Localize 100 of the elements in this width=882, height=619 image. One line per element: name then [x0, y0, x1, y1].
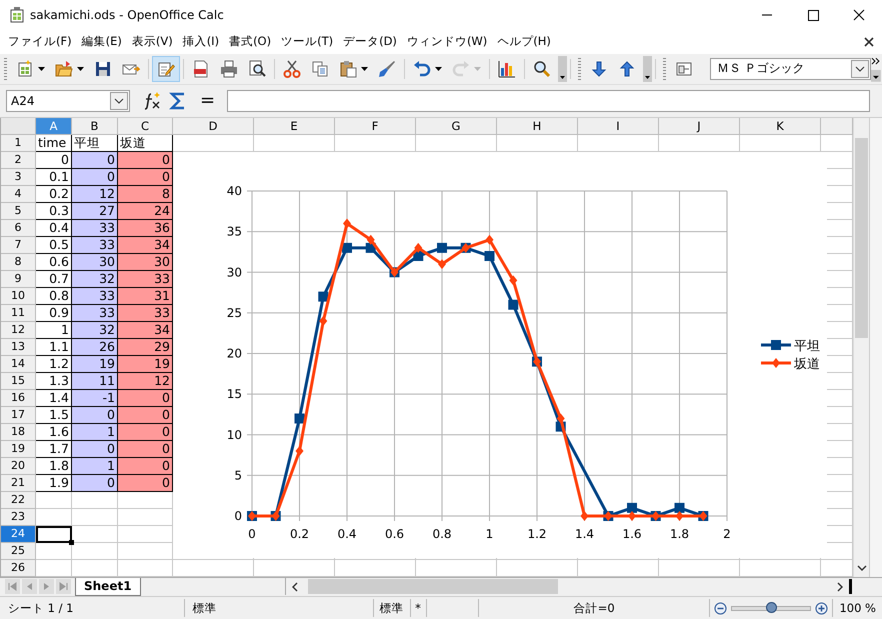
row-header[interactable]: 17: [1, 406, 36, 424]
table-cell: 33: [72, 304, 118, 322]
table-cell: 34: [118, 322, 173, 339]
row-header[interactable]: 23: [1, 508, 36, 526]
row-header[interactable]: 7: [1, 236, 36, 254]
y-tick-label: 10: [226, 427, 242, 442]
column-header[interactable]: K: [740, 118, 821, 135]
row-header[interactable]: 21: [1, 474, 36, 492]
table-cell: 0: [118, 406, 173, 424]
menu-item[interactable]: 書式(O): [224, 34, 276, 50]
table-cell: 0: [118, 474, 173, 492]
column-header[interactable]: J: [659, 118, 740, 135]
x-tick-label: 1.8: [670, 526, 690, 541]
sum-display: 合計=0: [479, 599, 710, 618]
y-tick-label: 15: [226, 386, 242, 401]
x-tick-label: 0: [248, 526, 256, 541]
table-cell: 34: [118, 236, 173, 254]
column-header[interactable]: F: [335, 118, 416, 135]
menu-item[interactable]: 表示(V): [126, 34, 178, 50]
row-header[interactable]: 11: [1, 304, 36, 322]
x-tick-label: 1.6: [622, 526, 642, 541]
column-header[interactable]: H: [497, 118, 578, 135]
x-tick-label: 0.2: [290, 526, 310, 541]
column-header[interactable]: E: [254, 118, 335, 135]
table-cell: 0: [118, 390, 173, 407]
menu-item[interactable]: データ(D): [338, 34, 402, 50]
row-header[interactable]: 4: [1, 186, 36, 203]
row-header[interactable]: 5: [1, 202, 36, 220]
legend-label: 坂道: [794, 356, 820, 372]
column-header[interactable]: G: [416, 118, 497, 135]
table-cell: 32: [72, 270, 118, 288]
name-box[interactable]: A24: [6, 90, 130, 112]
table-cell: 0: [118, 424, 173, 441]
y-tick-label: 35: [226, 224, 242, 238]
row-header[interactable]: 15: [1, 372, 36, 390]
table-cell: 0: [118, 458, 173, 475]
row-header[interactable]: 16: [1, 390, 36, 407]
row-header[interactable]: 26: [1, 560, 36, 577]
table-cell: 36: [118, 220, 173, 237]
table-cell: 19: [72, 356, 118, 373]
table-cell: 0: [72, 152, 118, 169]
column-header[interactable]: B: [72, 118, 118, 135]
x-tick-label: 1: [486, 526, 494, 541]
page-style: 標準: [184, 599, 374, 618]
row-header[interactable]: 10: [1, 288, 36, 305]
menu-item[interactable]: 挿入(I): [178, 34, 224, 50]
x-tick-label: 0.8: [432, 526, 452, 541]
menu-item[interactable]: ウィンドウ(W): [402, 34, 492, 50]
table-cell: 26: [72, 338, 118, 356]
table-cell: 0: [118, 168, 173, 186]
row-header[interactable]: 20: [1, 458, 36, 475]
row-header[interactable]: 12: [1, 322, 36, 339]
x-tick-label: 0.6: [384, 526, 404, 541]
table-cell: 33: [118, 270, 173, 288]
menu-item[interactable]: 編集(E): [76, 34, 127, 50]
row-header[interactable]: 18: [1, 424, 36, 441]
table-cell: 30: [72, 254, 118, 271]
table-cell: 33: [118, 304, 173, 322]
sheet-tab[interactable]: Sheet1: [75, 578, 141, 596]
row-header[interactable]: 22: [1, 492, 36, 509]
y-tick-label: 0: [234, 508, 242, 523]
menu-item[interactable]: ツール(T): [276, 34, 338, 50]
row-header[interactable]: 14: [1, 356, 36, 373]
formula-button[interactable]: =: [194, 90, 222, 112]
y-tick-label: 30: [226, 264, 242, 279]
row-header[interactable]: 3: [1, 168, 36, 186]
row-header[interactable]: 9: [1, 270, 36, 288]
table-cell: 24: [118, 202, 173, 220]
row-header[interactable]: 8: [1, 254, 36, 271]
row-header[interactable]: 19: [1, 440, 36, 458]
row-header[interactable]: 24: [1, 526, 36, 543]
column-header[interactable]: I: [578, 118, 659, 135]
table-cell: 0: [118, 440, 173, 458]
table-cell: time: [36, 134, 72, 152]
row-header[interactable]: 13: [1, 338, 36, 356]
row-header[interactable]: 1: [1, 134, 36, 152]
menu-item[interactable]: ファイル(F): [3, 34, 77, 50]
table-cell: 1: [72, 424, 118, 441]
table-cell: 33: [72, 288, 118, 305]
row-header[interactable]: 2: [1, 152, 36, 169]
table-cell: 12: [118, 372, 173, 390]
x-tick-label: 2: [723, 526, 731, 541]
legend-label: 平坦: [794, 338, 820, 354]
menu-item[interactable]: ヘルプ(H): [492, 34, 556, 50]
table-cell: 0: [72, 474, 118, 492]
x-tick-label: 1.4: [574, 526, 594, 541]
table-cell: 33: [72, 220, 118, 237]
row-header[interactable]: 6: [1, 220, 36, 237]
y-tick-label: 25: [226, 306, 242, 320]
row-header[interactable]: 25: [1, 542, 36, 560]
font-name-field[interactable]: ＭＳ Ｐゴシック: [710, 58, 872, 80]
table-cell: -1: [72, 390, 118, 407]
zoom-value: 100 %: [838, 600, 877, 618]
y-tick-label: 5: [234, 468, 242, 482]
sheet-indicator: シート 1 / 1: [0, 599, 185, 618]
y-tick-label: 40: [226, 184, 242, 198]
column-header[interactable]: D: [173, 118, 254, 135]
column-header[interactable]: C: [118, 118, 173, 135]
table-cell: 33: [72, 236, 118, 254]
table-cell: 11: [72, 372, 118, 390]
